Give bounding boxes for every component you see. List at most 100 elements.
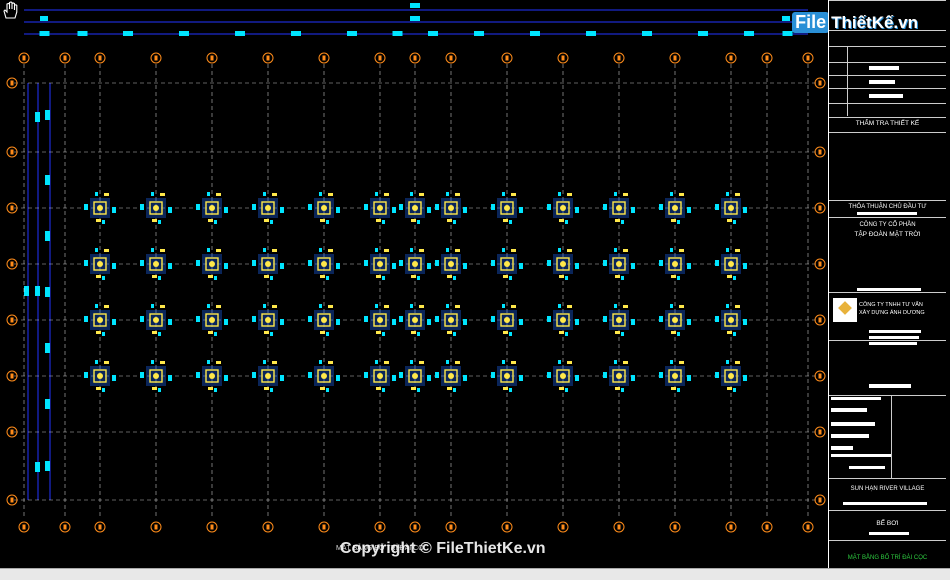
pile-dimension-left: [547, 372, 551, 378]
pile-cap-label: [96, 275, 101, 278]
pile-dimension-right: [687, 207, 691, 213]
pile-dimension-top: [263, 360, 266, 364]
pile-dimension-top: [614, 248, 617, 252]
pile: [560, 261, 566, 267]
pile-dimension-bottom: [214, 332, 217, 336]
axis-bubble-bottom-label: [154, 524, 158, 530]
pile-dimension-top: [319, 192, 322, 196]
pile-cap-label: [264, 331, 269, 334]
pile-dimension-left: [364, 204, 368, 210]
pile-dimension-top: [614, 360, 617, 364]
pile-dimension-right: [392, 319, 396, 325]
pile-dimension-left: [547, 316, 551, 322]
pile-dimension-bottom: [565, 276, 568, 280]
pile-dimension-bottom: [326, 220, 329, 224]
pile-cap-label: [320, 219, 325, 222]
foundation-plan-drawing: [6, 3, 826, 533]
pile-cap-tag: [679, 193, 684, 196]
pile-dimension-right: [168, 263, 172, 269]
pile: [321, 205, 327, 211]
drawing-canvas[interactable]: File ThiếtKế.vn THẨM TRA THIẾT KẾ THỎA T…: [0, 0, 950, 568]
pile-dimension-bottom: [509, 332, 512, 336]
pile-dimension-bottom: [102, 332, 105, 336]
pile-cap-label: [208, 331, 213, 334]
dimension-text-left-span: [45, 343, 50, 353]
pile-dimension-left: [308, 204, 312, 210]
pile-cap-tag: [735, 305, 740, 308]
axis-bubble-bottom-label: [617, 524, 621, 530]
pile-cap-label: [320, 331, 325, 334]
pile-cap-label: [671, 219, 676, 222]
pile-dimension-bottom: [677, 276, 680, 280]
pile-dimension-bottom: [214, 388, 217, 392]
pile-dimension-bottom: [158, 276, 161, 280]
axis-bubble-top-label: [765, 55, 769, 61]
owner-approval-label: THỎA THUẬN CHỦ ĐẦU TƯ: [848, 204, 927, 210]
pile-cap-tag: [328, 361, 333, 364]
pile-dimension-top: [410, 360, 413, 364]
pile-cap-label: [503, 387, 508, 390]
pile-dimension-left: [435, 260, 439, 266]
dimension-text-left-span: [45, 231, 50, 241]
dimension-text-right: [782, 16, 790, 21]
pile-dimension-bottom: [733, 332, 736, 336]
pile-cap-label: [152, 387, 157, 390]
axis-bubble-top-label: [210, 55, 214, 61]
pile-dimension-left: [84, 204, 88, 210]
pile-dimension-bottom: [621, 388, 624, 392]
dimension-text-span: [586, 31, 596, 36]
hand-pan-icon[interactable]: [0, 0, 20, 20]
watermark-copyright: Copyright © FileThietKe.vn: [340, 540, 546, 557]
axis-bubble-left-label: [10, 497, 14, 503]
owner-company-line1: CÔNG TY CỔ PHẦN: [859, 222, 916, 228]
axis-bubble-top-label: [378, 55, 382, 61]
axis-bubble-right-label: [818, 429, 822, 435]
axis-bubble-top-label: [413, 55, 417, 61]
title-block: THẨM TRA THIẾT KẾ THỎA THUẬN CHỦ ĐẦU TƯ …: [828, 0, 946, 568]
pile-dimension-left: [603, 260, 607, 266]
pile-dimension-left: [308, 372, 312, 378]
pile-cap-tag: [419, 193, 424, 196]
pile: [209, 373, 215, 379]
pile-dimension-right: [519, 375, 523, 381]
pile: [616, 373, 622, 379]
pile-dimension-left: [715, 260, 719, 266]
pile-dimension-left: [659, 204, 663, 210]
dimension-text-left-span: [45, 175, 50, 185]
pile: [560, 317, 566, 323]
pile-dimension-top: [670, 360, 673, 364]
axis-bubble-bottom-label: [806, 524, 810, 530]
pile-dimension-bottom: [621, 276, 624, 280]
pile-cap-label: [264, 219, 269, 222]
pile-dimension-bottom: [733, 276, 736, 280]
pile-dimension-top: [95, 248, 98, 252]
axis-bubble-bottom-label: [22, 524, 26, 530]
pile-cap-label: [503, 219, 508, 222]
pile-dimension-left: [84, 316, 88, 322]
pile: [377, 317, 383, 323]
pile: [672, 317, 678, 323]
pile: [672, 373, 678, 379]
pile-dimension-right: [463, 263, 467, 269]
pile-dimension-top: [558, 360, 561, 364]
pile: [616, 205, 622, 211]
pile-dimension-left: [603, 204, 607, 210]
pile-dimension-right: [336, 263, 340, 269]
pile-cap-label: [559, 387, 564, 390]
pile-cap-tag: [511, 361, 516, 364]
pile-cap-label: [411, 275, 416, 278]
pile-dimension-right: [463, 375, 467, 381]
consultant-logo: [833, 298, 857, 322]
pile-cap-label: [152, 331, 157, 334]
pile-dimension-top: [207, 248, 210, 252]
dimension-text-span: [530, 31, 540, 36]
dimension-text-left-mid: [35, 286, 40, 296]
pile-cap-tag: [679, 361, 684, 364]
pile: [412, 373, 418, 379]
pile-cap-tag: [567, 249, 572, 252]
pile-dimension-left: [399, 372, 403, 378]
pile-cap-tag: [160, 193, 165, 196]
pile-dimension-right: [575, 207, 579, 213]
pile-dimension-top: [558, 248, 561, 252]
pile-dimension-left: [659, 316, 663, 322]
